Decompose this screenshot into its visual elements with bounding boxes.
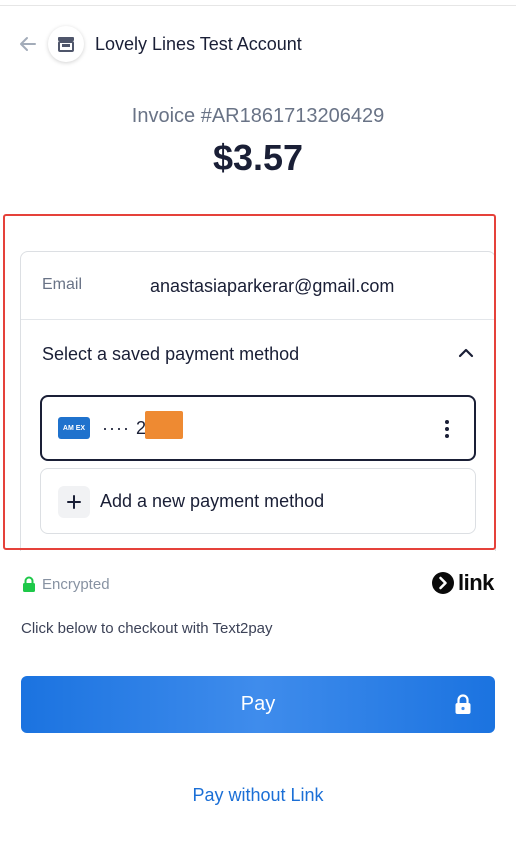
pay-button-label: Pay xyxy=(240,693,276,715)
pay-without-link[interactable]: Pay without Link xyxy=(0,785,516,806)
pay-button[interactable]: Pay xyxy=(21,676,495,733)
arrow-left-icon xyxy=(20,37,36,51)
invoice-amount: $3.57 xyxy=(212,137,304,178)
invoice-number: Invoice #AR1861713206429 xyxy=(131,105,385,127)
lock-icon xyxy=(23,576,35,592)
back-button[interactable] xyxy=(16,32,40,56)
top-divider xyxy=(0,0,516,6)
header: Lovely Lines Test Account xyxy=(0,22,516,64)
highlight-annotation xyxy=(3,214,496,550)
link-logo: link xyxy=(432,570,494,595)
merchant-name: Lovely Lines Test Account xyxy=(95,34,302,54)
checkout-note: Click below to checkout with Text2pay xyxy=(21,620,273,637)
encrypted-label: Encrypted xyxy=(42,575,110,593)
link-brand-text: link xyxy=(458,570,494,595)
link-chevron-icon xyxy=(432,572,454,594)
merchant-logo xyxy=(48,26,84,62)
store-icon xyxy=(58,37,74,52)
lock-icon xyxy=(455,694,471,714)
encrypted-indicator: Encrypted xyxy=(22,574,110,594)
